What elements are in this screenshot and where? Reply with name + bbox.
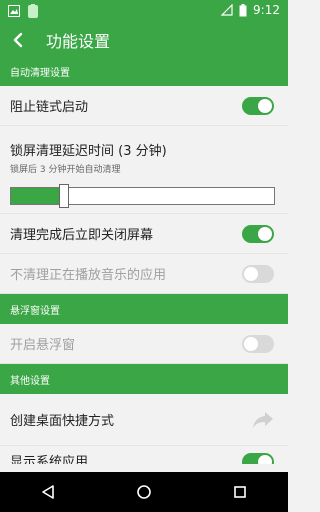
setting-label: 不清理正在播放音乐的应用 bbox=[10, 268, 167, 283]
nav-recents-icon bbox=[234, 486, 246, 498]
nav-home-button[interactable] bbox=[124, 477, 164, 507]
status-bar: 9:12 bbox=[0, 0, 288, 24]
notification-image-icon bbox=[8, 5, 20, 17]
lock-delay-subtitle: 锁屏后 3 分钟开始自动清理 bbox=[10, 165, 121, 175]
section-header-floating-window: 悬浮窗设置 bbox=[0, 294, 288, 324]
nav-back-button[interactable] bbox=[28, 477, 68, 507]
share-arrow-icon[interactable] bbox=[252, 411, 274, 429]
setting-label: 显示系统应用 bbox=[10, 454, 89, 465]
lock-delay-title: 锁屏清理延迟时间 (3 分钟) bbox=[10, 144, 167, 159]
nav-recents-button[interactable] bbox=[220, 477, 260, 507]
setting-label: 阻止链式启动 bbox=[10, 100, 89, 115]
setting-create-shortcut[interactable]: 创建桌面快捷方式 bbox=[0, 394, 288, 446]
back-button[interactable] bbox=[0, 24, 36, 56]
section-header-other: 其他设置 bbox=[0, 364, 288, 394]
setting-skip-music-apps[interactable]: 不清理正在播放音乐的应用 bbox=[0, 254, 288, 294]
setting-label: 开启悬浮窗 bbox=[10, 338, 76, 353]
turn-off-screen-toggle[interactable] bbox=[242, 224, 274, 243]
nav-back-icon bbox=[42, 485, 54, 499]
nav-home-icon bbox=[137, 485, 151, 499]
settings-list[interactable]: 自动清理设置 阻止链式启动 锁屏清理延迟时间 (3 分钟) 锁屏后 3 分钟开始… bbox=[0, 56, 288, 472]
setting-show-system-apps[interactable]: 显示系统应用 bbox=[0, 446, 288, 464]
show-system-apps-toggle[interactable] bbox=[242, 453, 274, 464]
setting-turn-off-screen[interactable]: 清理完成后立即关闭屏幕 bbox=[0, 214, 288, 254]
battery-icon bbox=[239, 3, 247, 16]
setting-label: 清理完成后立即关闭屏幕 bbox=[10, 228, 154, 243]
setting-enable-floating[interactable]: 开启悬浮窗 bbox=[0, 324, 288, 364]
setting-label: 创建桌面快捷方式 bbox=[10, 414, 115, 429]
signal-icon bbox=[221, 4, 233, 16]
toolbar: 功能设置 bbox=[0, 24, 288, 56]
skip-music-apps-toggle[interactable] bbox=[242, 264, 274, 283]
navigation-bar bbox=[0, 472, 288, 512]
slider-fill bbox=[11, 188, 64, 204]
lock-delay-slider[interactable] bbox=[10, 184, 275, 208]
enable-floating-toggle[interactable] bbox=[242, 334, 274, 353]
back-arrow-icon bbox=[13, 32, 23, 48]
setting-lock-delay: 锁屏清理延迟时间 (3 分钟) 锁屏后 3 分钟开始自动清理 bbox=[0, 126, 288, 214]
page-title: 功能设置 bbox=[46, 32, 111, 51]
status-time: 9:12 bbox=[253, 3, 280, 17]
block-chain-start-toggle[interactable] bbox=[242, 96, 274, 115]
section-header-auto-clean: 自动清理设置 bbox=[0, 56, 288, 86]
app-notification-icon bbox=[28, 4, 38, 18]
setting-block-chain-start[interactable]: 阻止链式启动 bbox=[0, 86, 288, 126]
slider-thumb[interactable] bbox=[59, 184, 69, 208]
